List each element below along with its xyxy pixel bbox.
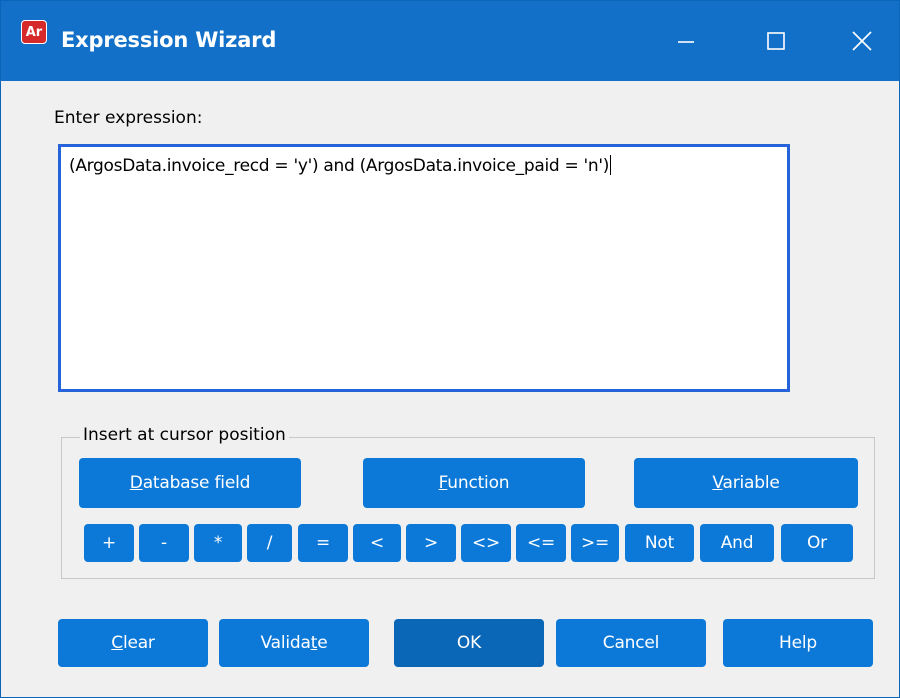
variable-button[interactable]: Variable (634, 458, 858, 508)
expression-textarea[interactable]: (ArgosData.invoice_recd = 'y') and (Argo… (58, 144, 790, 392)
cancel-button[interactable]: Cancel (556, 619, 706, 667)
variable-label: Variable (712, 473, 780, 493)
operator-equals-button[interactable]: = (298, 524, 348, 562)
ok-button[interactable]: OK (394, 619, 544, 667)
function-label: Function (438, 473, 510, 493)
operator-minus-button[interactable]: - (139, 524, 189, 562)
argos-app-icon: Ar (21, 20, 47, 44)
clear-label: Clear (111, 633, 155, 653)
clear-button[interactable]: Clear (58, 619, 208, 667)
operator-and-button[interactable]: And (700, 524, 774, 562)
help-button[interactable]: Help (723, 619, 873, 667)
operator-greater-equal-button[interactable]: >= (571, 524, 619, 562)
database-field-button[interactable]: Database field (79, 458, 301, 508)
function-button[interactable]: Function (363, 458, 585, 508)
operator-multiply-button[interactable]: * (194, 524, 242, 562)
operator-greater-than-button[interactable]: > (406, 524, 456, 562)
maximize-icon (767, 32, 785, 50)
minimize-button[interactable] (641, 1, 731, 81)
window-title: Expression Wizard (61, 28, 277, 52)
minimize-icon (678, 41, 694, 43)
text-caret (610, 155, 612, 175)
expression-text: (ArgosData.invoice_recd = 'y') and (Argo… (69, 156, 610, 176)
expression-wizard-window: Ar Expression Wizard Enter expression: (… (0, 0, 900, 698)
operator-not-button[interactable]: Not (625, 524, 694, 562)
operator-less-equal-button[interactable]: <= (516, 524, 566, 562)
operator-or-button[interactable]: Or (781, 524, 853, 562)
validate-label: Validate (260, 633, 328, 653)
title-bar[interactable]: Ar Expression Wizard (1, 1, 899, 81)
enter-expression-label: Enter expression: (54, 108, 203, 128)
operator-divide-button[interactable]: / (247, 524, 292, 562)
database-field-label: Database field (129, 473, 251, 493)
operator-plus-button[interactable]: + (84, 524, 134, 562)
close-icon (852, 31, 872, 51)
insert-group-legend: Insert at cursor position (80, 425, 289, 445)
validate-button[interactable]: Validate (219, 619, 369, 667)
maximize-button[interactable] (731, 1, 821, 81)
close-button[interactable] (817, 1, 900, 81)
operator-not-equal-button[interactable]: <> (461, 524, 511, 562)
operator-less-than-button[interactable]: < (353, 524, 401, 562)
